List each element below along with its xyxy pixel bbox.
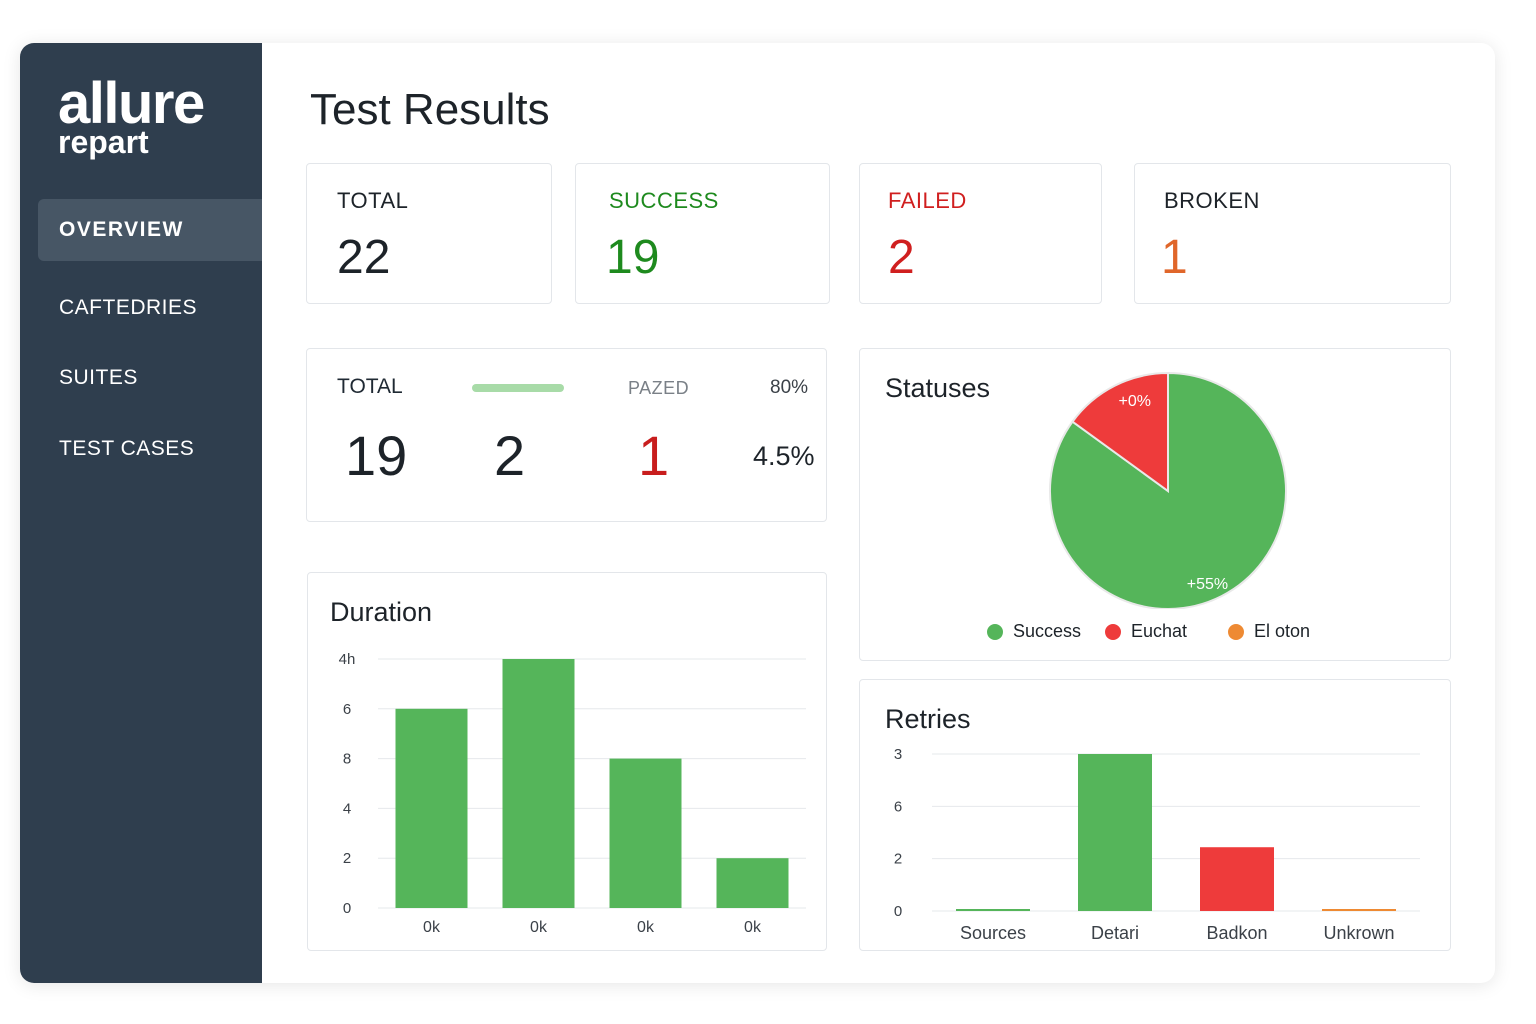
x-tick-label: Badkon [1206,923,1267,943]
legend-label: Euchat [1131,621,1188,641]
x-tick-label: 0k [423,919,441,936]
retries-bar-chart: 0 2 6 3 Sources Detari Badkon Unkrown [894,746,1420,943]
y-tick-label: 3 [894,746,902,763]
statuses-pie-chart: +55% +0% [1049,371,1287,609]
x-tick-label: 0k [530,919,548,936]
y-tick-label: 4 [343,800,351,817]
y-tick-label: 0 [343,900,351,917]
sidebar-item-label: SUITES [59,366,138,389]
stat-label: FAILED [888,188,967,213]
app-window: allure repart OVERVIEW CAFTEDRIES SUITES… [20,43,1495,983]
y-tick-label: 6 [343,701,351,718]
sidebar-item-label: TEST CASES [59,437,195,460]
statuses-card: Statuses +55% +0% Success Euchat El oton [859,348,1451,661]
y-tick-label: 2 [894,851,902,868]
legend-dot [987,623,1003,640]
stat-card-failed[interactable]: FAILED 2 [859,163,1102,304]
legend-item-success[interactable]: Success [987,621,1081,642]
stat-card-success[interactable]: SUCCESS 19 [575,163,830,304]
summary-second-value: 2 [494,424,526,487]
stat-value: 19 [606,231,660,284]
x-tick-label: Detari [1091,923,1139,943]
x-tick-label: 0k [637,919,655,936]
sidebar-item-suites[interactable]: SUITES [38,347,262,409]
allure-logo[interactable]: allure repart [58,73,205,159]
legend-item-broken[interactable]: El oton [1228,621,1310,642]
sidebar-item-categories[interactable]: CAFTEDRIES [38,277,262,339]
pie-slice-label: +0% [1119,393,1151,410]
bar[interactable] [1078,754,1152,911]
summary-total-value: 19 [345,424,408,487]
sidebar-item-overview[interactable]: OVERVIEW [38,199,262,261]
legend-item-failed[interactable]: Euchat [1105,621,1187,642]
summary-percent-label: 80% [770,377,809,398]
stat-value: 2 [888,231,915,284]
y-tick-label: 4h [339,651,356,668]
y-tick-label: 8 [343,751,351,768]
page-title: Test Results [310,85,550,134]
sidebar: allure repart OVERVIEW CAFTEDRIES SUITES… [20,43,262,983]
legend-label: Success [1013,621,1082,641]
summary-passed-label: PAZED [628,378,690,398]
bar[interactable] [1322,909,1396,911]
x-tick-label: 0k [744,919,762,936]
bar[interactable] [502,659,575,908]
stat-label: SUCCESS [609,188,719,213]
stat-card-total[interactable]: TOTAL 22 [306,163,552,304]
summary-card: TOTAL PAZED 80% 19 2 1 4.5% [306,348,827,522]
statuses-legend: Success Euchat El oton [860,621,1450,645]
y-tick-label: 0 [894,903,902,920]
duration-card: Duration 0 2 4 8 6 4h 0k 0k 0k 0k [307,572,827,951]
y-tick-label: 6 [894,798,902,815]
x-tick-label: Unkrown [1323,923,1394,943]
summary-fourth-value: 4.5% [753,441,815,471]
pie-slice-label: +55% [1187,576,1228,593]
bar[interactable] [609,758,682,908]
summary-third-value: 1 [638,424,670,487]
sidebar-item-label: OVERVIEW [59,218,184,241]
legend-dot [1228,623,1244,640]
stat-value: 22 [337,231,391,284]
stat-value: 1 [1161,231,1188,284]
duration-bar-chart: 0 2 4 8 6 4h 0k 0k 0k 0k [339,651,806,936]
bar[interactable] [956,909,1030,911]
bar[interactable] [1200,847,1274,911]
stat-label: BROKEN [1164,188,1260,213]
bar[interactable] [716,858,789,908]
sidebar-item-label: CAFTEDRIES [59,296,198,319]
stat-card-broken[interactable]: BROKEN 1 [1134,163,1451,304]
y-tick-label: 2 [343,850,351,867]
summary-progress-bar [472,384,564,392]
legend-dot [1105,623,1121,640]
summary-total-label: TOTAL [337,375,403,398]
retries-card: Retries 0 2 6 3 Sources Detari Badkon Unkrown [859,679,1451,951]
legend-label: El oton [1254,621,1311,641]
sidebar-item-test-cases[interactable]: TEST CASES [38,418,262,480]
x-tick-label: Sources [960,923,1026,943]
bar[interactable] [395,708,468,908]
stat-label: TOTAL [337,188,409,213]
